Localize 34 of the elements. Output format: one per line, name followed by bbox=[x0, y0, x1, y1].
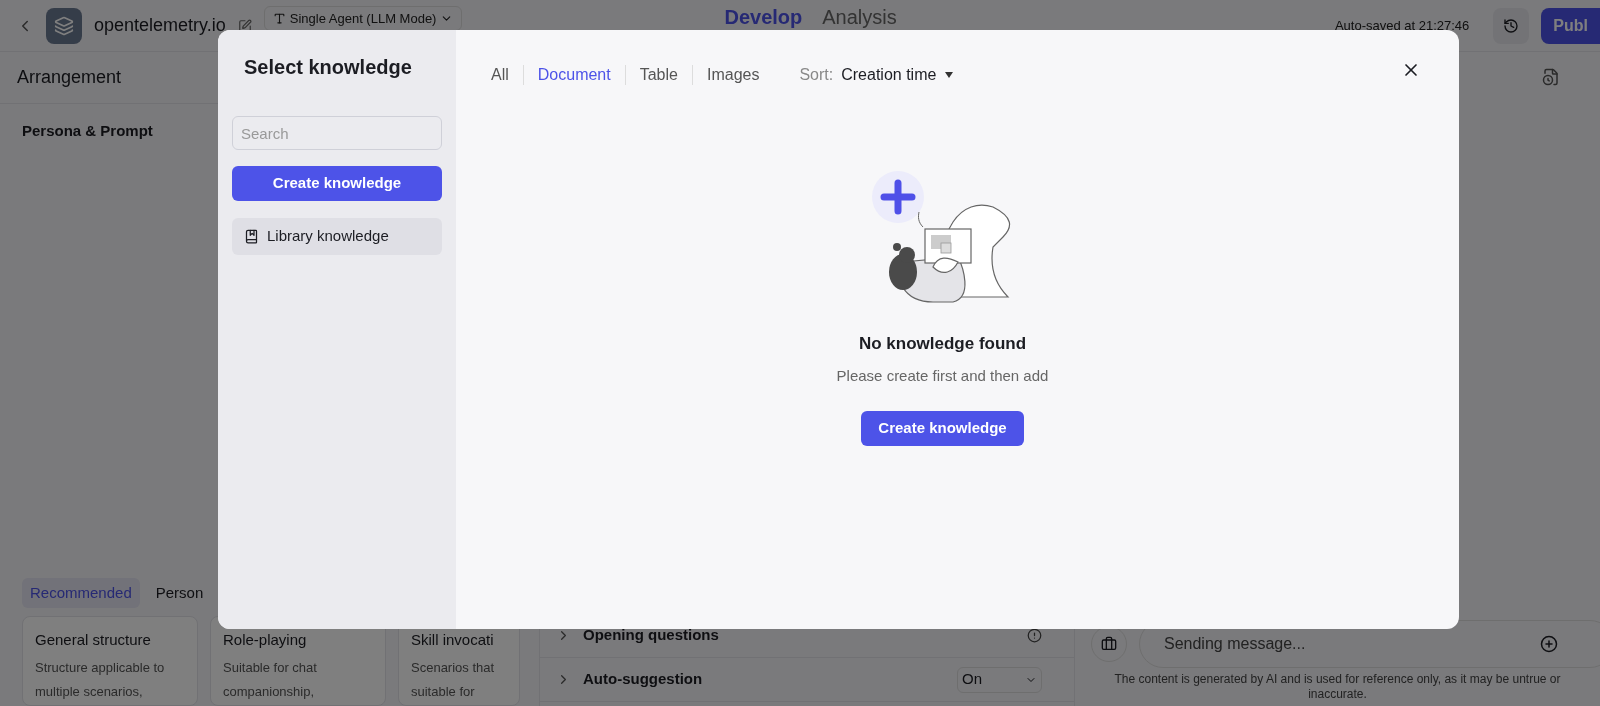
setting-label: Auto-suggestion bbox=[583, 669, 704, 690]
card-description: Suitable for chat companionship, bbox=[223, 658, 318, 701]
message-input[interactable]: Sending message... bbox=[1139, 620, 1600, 668]
ai-disclaimer: The content is generated by AI and is used for reference only, as it may be untrue or inaccurate. bbox=[1113, 672, 1562, 702]
card-title: Role-playing bbox=[223, 630, 308, 650]
create-knowledge-button[interactable]: Create knowledge bbox=[232, 166, 442, 201]
setting-select[interactable]: On bbox=[957, 666, 1042, 693]
card-title: General structure bbox=[35, 630, 152, 650]
card-title: Skill invocati bbox=[411, 630, 495, 650]
empty-title: No knowledge found bbox=[858, 333, 1027, 355]
filter-tab[interactable]: Table bbox=[639, 63, 678, 87]
nav-tab[interactable]: Develop bbox=[724, 1, 803, 32]
filter-tab[interactable]: All bbox=[491, 63, 509, 87]
project-name: opentelemetry.io bbox=[94, 14, 226, 37]
sort-label: Sort: bbox=[799, 65, 834, 85]
empty-message: Please create first and then add bbox=[836, 365, 1049, 386]
autosave-status: Auto-saved at 21:27:46 bbox=[1334, 16, 1470, 35]
filter-tab[interactable]: Document bbox=[537, 63, 611, 87]
library-knowledge-item[interactable]: Library knowledge bbox=[232, 218, 442, 255]
dialog-title: Select knowledge bbox=[244, 55, 412, 80]
card-description: Structure applicable to multiple scenarios, bbox=[35, 658, 166, 701]
card-description: Scenarios that suitable for bbox=[411, 658, 496, 701]
template-tab[interactable]: Person bbox=[147, 577, 212, 608]
publish-button[interactable]: Publ bbox=[1541, 7, 1600, 44]
section-title: Persona & Prompt bbox=[22, 121, 153, 141]
template-card[interactable]: General structure Structure applicable to multiple scenarios, bbox=[22, 616, 198, 706]
create-knowledge-button[interactable]: Create knowledge bbox=[861, 411, 1024, 446]
filter-tab[interactable]: Images bbox=[706, 63, 760, 87]
sort-select[interactable]: Creation time bbox=[841, 63, 955, 87]
template-tab[interactable]: Recommended bbox=[22, 577, 140, 608]
setting-label: Opening questions bbox=[583, 625, 720, 646]
panel-title: Arrangement bbox=[17, 66, 122, 89]
nav-tab[interactable]: Analysis bbox=[822, 1, 897, 32]
search-field[interactable]: Search bbox=[232, 116, 442, 150]
